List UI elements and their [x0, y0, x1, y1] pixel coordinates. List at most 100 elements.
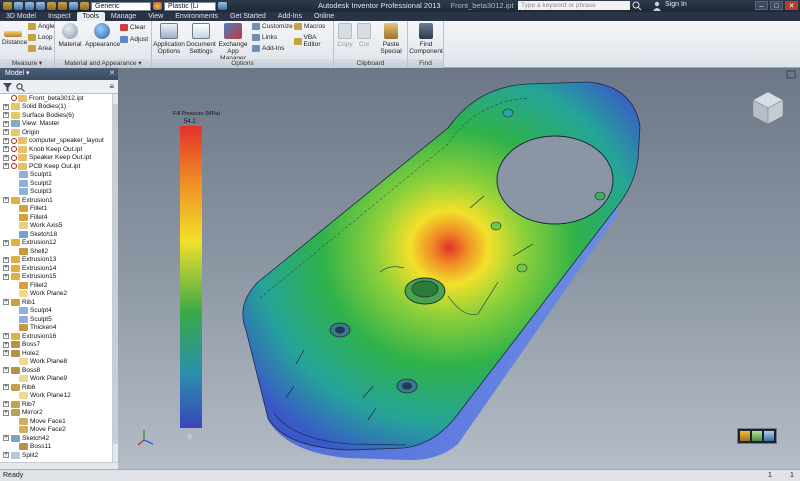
- tree-item[interactable]: Boss11: [0, 443, 112, 452]
- undo-icon[interactable]: [47, 2, 56, 10]
- expand-icon[interactable]: +: [3, 367, 9, 374]
- browser-menu-icon[interactable]: ≡: [109, 82, 114, 91]
- tree-item[interactable]: Sculpt3: [0, 188, 112, 197]
- tree-item[interactable]: Sculpt5: [0, 315, 112, 324]
- style-dropdown[interactable]: Generic: [91, 1, 151, 11]
- tab-tools[interactable]: Tools: [76, 12, 105, 21]
- tree-item[interactable]: Sculpt4: [0, 307, 112, 316]
- tree-item[interactable]: Fillet2: [0, 281, 112, 290]
- tree-item[interactable]: Fillet1: [0, 205, 112, 214]
- links-button[interactable]: Links: [252, 34, 277, 41]
- expand-icon[interactable]: +: [3, 265, 9, 272]
- close-button[interactable]: ✕: [785, 1, 798, 10]
- filter-icon[interactable]: [3, 83, 12, 92]
- expand-icon[interactable]: +: [3, 137, 9, 144]
- sign-in-link[interactable]: Sign In: [665, 1, 687, 8]
- customize-button[interactable]: Customize: [252, 23, 293, 30]
- paste-special-button[interactable]: Paste Special: [378, 23, 404, 55]
- tree-item[interactable]: + Speaker Keep Out.ipt: [0, 154, 112, 163]
- tree-item[interactable]: + Extrusion15: [0, 273, 112, 282]
- tree-item[interactable]: Sculpt1: [0, 171, 112, 180]
- distance-button[interactable]: Distance: [2, 23, 27, 46]
- tree-item[interactable]: + Extrusion1: [0, 196, 112, 205]
- tree-item[interactable]: Sculpt2: [0, 179, 112, 188]
- viewport-restore-icon[interactable]: [786, 70, 796, 79]
- tree-item[interactable]: + Hole2: [0, 349, 112, 358]
- browser-close-icon[interactable]: ✕: [109, 68, 115, 80]
- expand-icon[interactable]: +: [3, 197, 9, 204]
- expand-icon[interactable]: +: [3, 163, 9, 170]
- expand-icon[interactable]: +: [3, 239, 9, 246]
- tab-3d-model[interactable]: 3D Model: [0, 12, 42, 21]
- tree-item[interactable]: + Surface Bodies(6): [0, 111, 112, 120]
- minimize-button[interactable]: –: [755, 1, 768, 10]
- tab-get-started[interactable]: Get Started: [224, 12, 272, 21]
- tree-item[interactable]: Work Plane12: [0, 392, 112, 401]
- expand-icon[interactable]: +: [3, 299, 9, 306]
- tab-environments[interactable]: Environments: [169, 12, 224, 21]
- orbit-icon[interactable]: [752, 431, 762, 441]
- tree-item[interactable]: + Boss8: [0, 366, 112, 375]
- tree-item[interactable]: Fillet4: [0, 213, 112, 222]
- tree-item[interactable]: + Rib7: [0, 400, 112, 409]
- graphics-viewport[interactable]: Fill Pressure (MPa) 54.2 0: [118, 68, 800, 469]
- adjust-button[interactable]: Adjust: [120, 36, 148, 43]
- tree-item[interactable]: Work Plane8: [0, 358, 112, 367]
- material-dropdown[interactable]: Plastic (Li: [164, 1, 216, 11]
- document-settings-button[interactable]: Document Settings: [186, 23, 216, 55]
- tree-item[interactable]: + Extrusion16: [0, 332, 112, 341]
- tree-item[interactable]: + Sketch42: [0, 434, 112, 443]
- add-ins-button[interactable]: Add-Ins: [252, 45, 284, 52]
- exchange-app-manager-button[interactable]: Exchange App Manager: [216, 23, 250, 62]
- color-icon[interactable]: [153, 2, 162, 10]
- model-render[interactable]: Fill Pressure (MPa) 54.2 0: [118, 68, 800, 469]
- tree-item[interactable]: + Boss7: [0, 341, 112, 350]
- expand-icon[interactable]: +: [3, 435, 9, 442]
- tree-item[interactable]: + Extrusion13: [0, 256, 112, 265]
- tree-item[interactable]: Shell2: [0, 247, 112, 256]
- expand-icon[interactable]: +: [3, 129, 9, 136]
- app-menu-icon[interactable]: [3, 2, 12, 10]
- area-button[interactable]: Area: [28, 45, 52, 52]
- tab-view[interactable]: View: [142, 12, 169, 21]
- select-icon[interactable]: [80, 2, 89, 10]
- expand-icon[interactable]: +: [3, 409, 9, 416]
- copy-button[interactable]: Copy: [336, 23, 354, 48]
- tree-item[interactable]: + Knob Keep Out.ipt: [0, 145, 112, 154]
- expand-icon[interactable]: +: [3, 120, 9, 127]
- expand-icon[interactable]: +: [3, 112, 9, 119]
- model-browser-header[interactable]: Model ▾ ✕: [0, 68, 118, 80]
- tree-item[interactable]: + Split2: [0, 451, 112, 460]
- tree-item[interactable]: + computer_speaker_layout: [0, 137, 112, 146]
- user-icon[interactable]: [652, 1, 662, 11]
- material-button[interactable]: Material: [57, 23, 83, 48]
- expand-icon[interactable]: +: [3, 401, 9, 408]
- expand-icon[interactable]: +: [3, 273, 9, 280]
- tab-inspect[interactable]: Inspect: [42, 12, 77, 21]
- clear-button[interactable]: Clear: [120, 24, 146, 31]
- tree-item[interactable]: + Origin: [0, 128, 112, 137]
- home-view-icon[interactable]: [740, 431, 750, 441]
- search-icon[interactable]: [632, 1, 642, 11]
- search-input[interactable]: Type a keyword or phrase: [518, 1, 630, 10]
- tree-item[interactable]: + Mirror2: [0, 409, 112, 418]
- expand-icon[interactable]: +: [3, 341, 9, 348]
- tree-item[interactable]: + Extrusion12: [0, 239, 112, 248]
- loop-button[interactable]: Loop: [28, 34, 52, 41]
- material-group-title[interactable]: Material and Appearance ▾: [55, 59, 151, 68]
- cut-button[interactable]: Cut: [356, 23, 372, 48]
- appearance-button[interactable]: Appearance: [85, 23, 120, 48]
- tree-item[interactable]: Sketch18: [0, 230, 112, 239]
- browser-search-icon[interactable]: [16, 83, 25, 92]
- tree-item[interactable]: + View: Master: [0, 120, 112, 129]
- maximize-button[interactable]: □: [770, 1, 783, 10]
- find-component-button[interactable]: Find Component: [408, 23, 444, 55]
- application-options-button[interactable]: Application Options: [152, 23, 186, 55]
- expand-icon[interactable]: +: [3, 452, 9, 459]
- tree-item[interactable]: + Rib1: [0, 298, 112, 307]
- expand-icon[interactable]: +: [3, 154, 9, 161]
- tab-online[interactable]: Online: [308, 12, 340, 21]
- vba-editor-button[interactable]: VBA Editor: [294, 34, 333, 48]
- tree-horizontal-scrollbar[interactable]: [0, 462, 118, 469]
- save-icon[interactable]: [36, 2, 45, 10]
